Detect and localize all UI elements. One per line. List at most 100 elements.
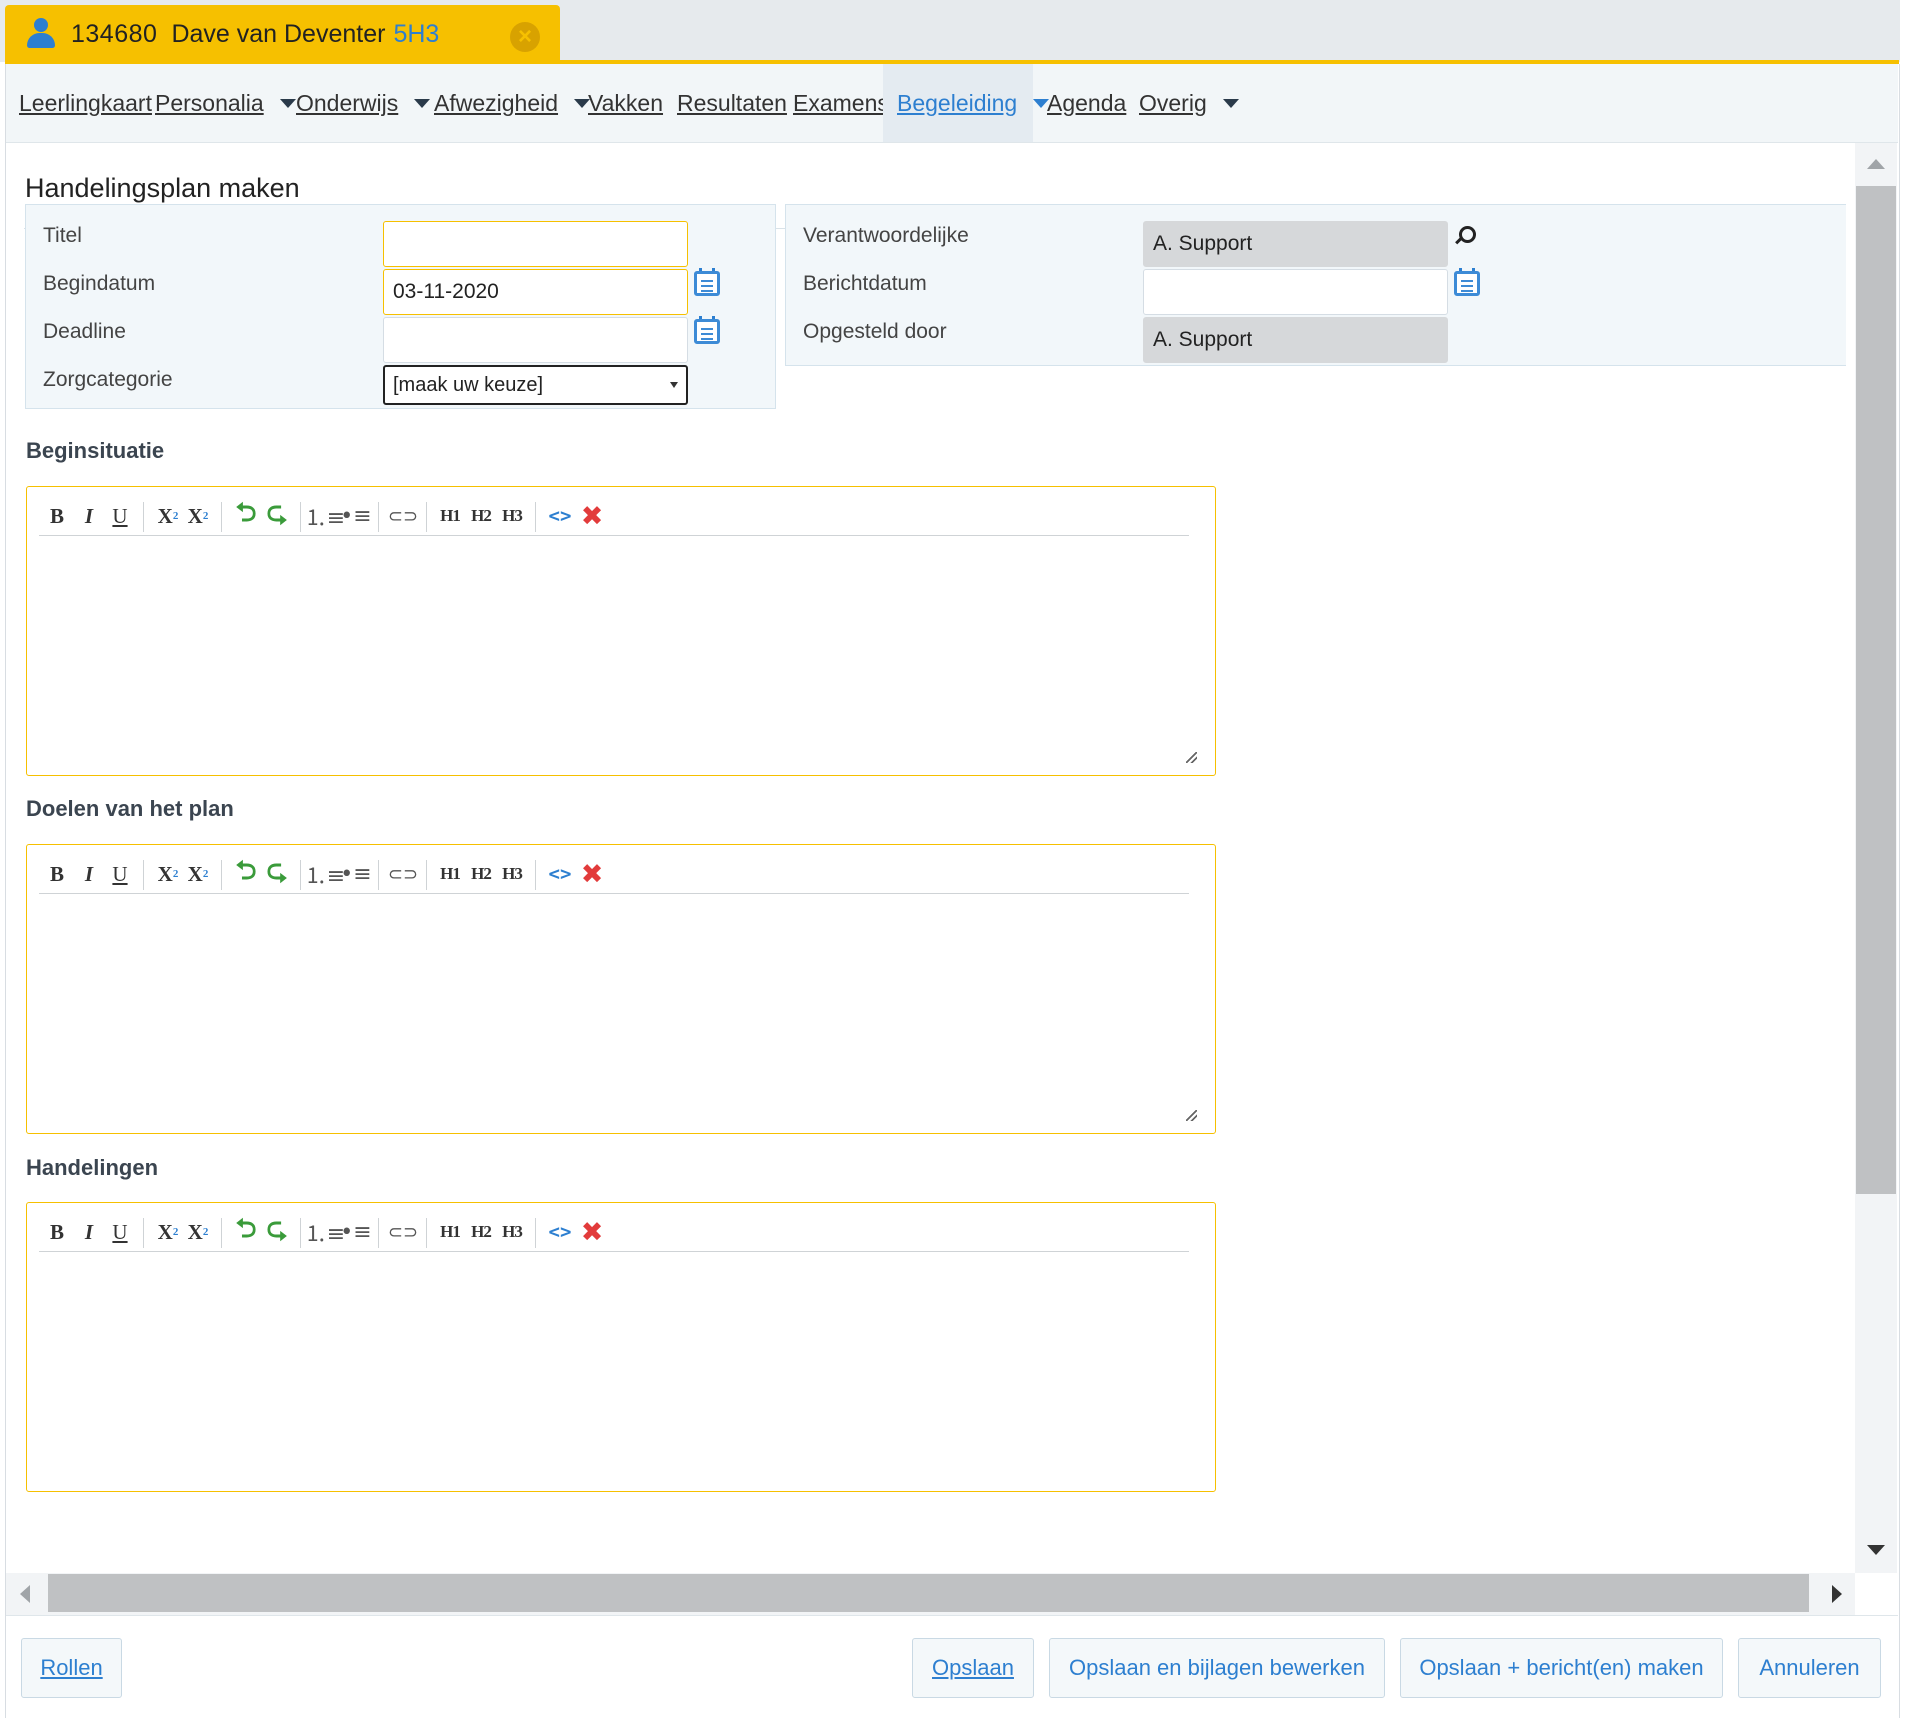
code-icon[interactable]: <> [545, 861, 575, 887]
italic-button[interactable]: I [79, 503, 99, 529]
toolbar-separator [426, 860, 427, 890]
ordered-list-icon[interactable]: ⒈≡ [305, 861, 345, 889]
undo-icon[interactable]: ⮌ [232, 1214, 260, 1245]
select-value: [maak uw keuze] [393, 373, 544, 396]
scroll-right-icon[interactable] [1832, 1585, 1842, 1603]
heading3-button[interactable]: H3 [499, 861, 525, 887]
undo-icon[interactable]: ⮌ [232, 498, 260, 529]
toolbar-separator [378, 1218, 379, 1248]
titel-input[interactable] [383, 221, 688, 267]
clear-format-icon[interactable]: ✖ [577, 501, 607, 532]
scroll-up-icon[interactable] [1867, 159, 1885, 169]
unordered-list-icon[interactable]: •≡ [340, 503, 371, 529]
calendar-icon[interactable] [694, 268, 720, 296]
toolbar-separator [143, 502, 144, 532]
code-icon[interactable]: <> [545, 503, 575, 529]
link-icon[interactable]: ⊂⊃ [388, 861, 418, 887]
superscript-button[interactable]: X2 [185, 861, 211, 887]
nav-onderwijs[interactable]: Onderwijs [296, 64, 431, 142]
code-icon[interactable]: <> [545, 1219, 575, 1245]
cancel-button[interactable]: Annuleren [1738, 1638, 1881, 1698]
italic-button[interactable]: I [79, 861, 99, 887]
save-button[interactable]: Opslaan [912, 1638, 1034, 1698]
resize-grip-icon[interactable] [1186, 752, 1197, 763]
close-icon[interactable]: × [510, 22, 540, 52]
toolbar-separator [221, 1218, 222, 1248]
berichtdatum-input[interactable] [1143, 269, 1448, 315]
redo-icon[interactable]: ⮎ [263, 1214, 291, 1245]
titel-label: Titel [43, 224, 82, 247]
editor-toolbar: B I U X2 X2 ⮌ ⮎ ⒈≡ •≡ ⊂⊃ H1 H2 H3 <> ✖ [39, 856, 1189, 894]
heading3-button[interactable]: H3 [499, 1219, 525, 1245]
nav-examens[interactable]: Examens [793, 64, 889, 142]
rollen-button[interactable]: Rollen [21, 1638, 122, 1698]
superscript-button[interactable]: X2 [185, 503, 211, 529]
superscript-button[interactable]: X2 [185, 1219, 211, 1245]
nav-overig[interactable]: Overig [1139, 64, 1239, 142]
toolbar-separator [143, 1218, 144, 1248]
subscript-button[interactable]: X2 [155, 503, 181, 529]
vertical-scrollbar[interactable] [1855, 143, 1897, 1573]
underline-button[interactable]: U [110, 861, 130, 887]
heading2-button[interactable]: H2 [468, 861, 494, 887]
heading2-button[interactable]: H2 [468, 503, 494, 529]
caret-down-icon [279, 98, 296, 108]
toolbar-separator [426, 502, 427, 532]
save-and-edit-attachments-button[interactable]: Opslaan en bijlagen bewerken [1049, 1638, 1385, 1698]
scroll-down-icon[interactable] [1867, 1545, 1885, 1555]
student-tab[interactable]: 134680 Dave van Deventer 5H3 × [5, 5, 560, 63]
toolbar-separator [535, 860, 536, 890]
scroll-thumb[interactable] [48, 1574, 1809, 1612]
heading3-button[interactable]: H3 [499, 503, 525, 529]
link-icon[interactable]: ⊂⊃ [388, 1219, 418, 1245]
unordered-list-icon[interactable]: •≡ [340, 1219, 371, 1245]
subscript-button[interactable]: X2 [155, 861, 181, 887]
search-icon[interactable] [1452, 226, 1476, 248]
heading1-button[interactable]: H1 [437, 861, 463, 887]
superscript-x: X [187, 1219, 203, 1244]
save-and-create-message-button[interactable]: Opslaan + bericht(en) maken [1400, 1638, 1723, 1698]
zorgcategorie-select[interactable]: [maak uw keuze] [383, 365, 688, 405]
ordered-list-icon[interactable]: ⒈≡ [305, 1219, 345, 1247]
link-icon[interactable]: ⊂⊃ [388, 503, 418, 529]
begindatum-input[interactable]: 03-11-2020 [383, 269, 688, 315]
nav-label: Personalia [155, 89, 264, 116]
heading1-button[interactable]: H1 [437, 503, 463, 529]
unordered-list-icon[interactable]: •≡ [340, 861, 371, 887]
subscript-button[interactable]: X2 [155, 1219, 181, 1245]
resize-grip-icon[interactable] [1186, 1110, 1197, 1121]
editor-doelen[interactable]: B I U X2 X2 ⮌ ⮎ ⒈≡ •≡ ⊂⊃ H1 H2 H3 <> ✖ [26, 844, 1216, 1134]
underline-button[interactable]: U [110, 503, 130, 529]
redo-icon[interactable]: ⮎ [263, 856, 291, 887]
form-panel-left: Titel Begindatum 03-11-2020 Deadline Zor… [25, 204, 776, 409]
scroll-left-icon[interactable] [20, 1585, 30, 1603]
heading1-button[interactable]: H1 [437, 1219, 463, 1245]
nav-personalia[interactable]: Personalia [155, 64, 296, 142]
superscript-mark: 2 [202, 1226, 209, 1238]
nav-leerlingkaart[interactable]: Leerlingkaart [19, 64, 152, 142]
deadline-input[interactable] [383, 317, 688, 363]
calendar-icon[interactable] [694, 316, 720, 344]
subscript-x: X [157, 1219, 173, 1244]
editor-handelingen[interactable]: B I U X2 X2 ⮌ ⮎ ⒈≡ •≡ ⊂⊃ H1 H2 H3 <> ✖ [26, 1202, 1216, 1492]
bold-button[interactable]: B [47, 861, 67, 887]
scroll-thumb[interactable] [1856, 186, 1896, 1194]
italic-button[interactable]: I [79, 1219, 99, 1245]
editor-beginsituatie[interactable]: B I U X2 X2 ⮌ ⮎ ⒈≡ •≡ ⊂⊃ H1 H2 H3 <> ✖ [26, 486, 1216, 776]
nav-resultaten[interactable]: Resultaten [677, 64, 787, 142]
heading2-button[interactable]: H2 [468, 1219, 494, 1245]
bold-button[interactable]: B [47, 503, 67, 529]
horizontal-scrollbar[interactable] [6, 1573, 1855, 1615]
nav-agenda[interactable]: Agenda [1047, 64, 1126, 142]
calendar-icon[interactable] [1454, 268, 1480, 296]
nav-vakken[interactable]: Vakken [588, 64, 663, 142]
redo-icon[interactable]: ⮎ [263, 498, 291, 529]
ordered-list-icon[interactable]: ⒈≡ [305, 503, 345, 531]
nav-afwezigheid[interactable]: Afwezigheid [434, 64, 591, 142]
underline-button[interactable]: U [110, 1219, 130, 1245]
bold-button[interactable]: B [47, 1219, 67, 1245]
clear-format-icon[interactable]: ✖ [577, 859, 607, 890]
clear-format-icon[interactable]: ✖ [577, 1217, 607, 1248]
nav-begeleiding[interactable]: Begeleiding [883, 64, 1050, 142]
undo-icon[interactable]: ⮌ [232, 856, 260, 887]
